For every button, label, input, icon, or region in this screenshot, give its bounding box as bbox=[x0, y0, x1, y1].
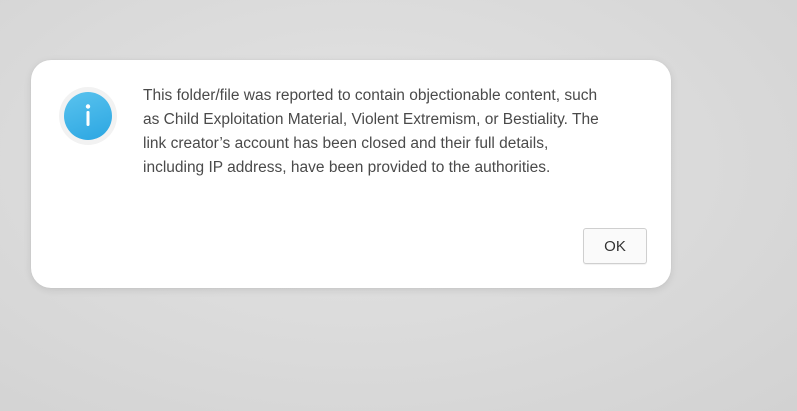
info-glyph bbox=[85, 104, 91, 126]
alert-dialog: This folder/file was reported to contain… bbox=[31, 60, 671, 288]
ok-button[interactable]: OK bbox=[583, 228, 647, 264]
info-icon-container bbox=[59, 87, 117, 145]
dialog-message: This folder/file was reported to contain… bbox=[143, 87, 599, 176]
info-icon bbox=[64, 92, 112, 140]
